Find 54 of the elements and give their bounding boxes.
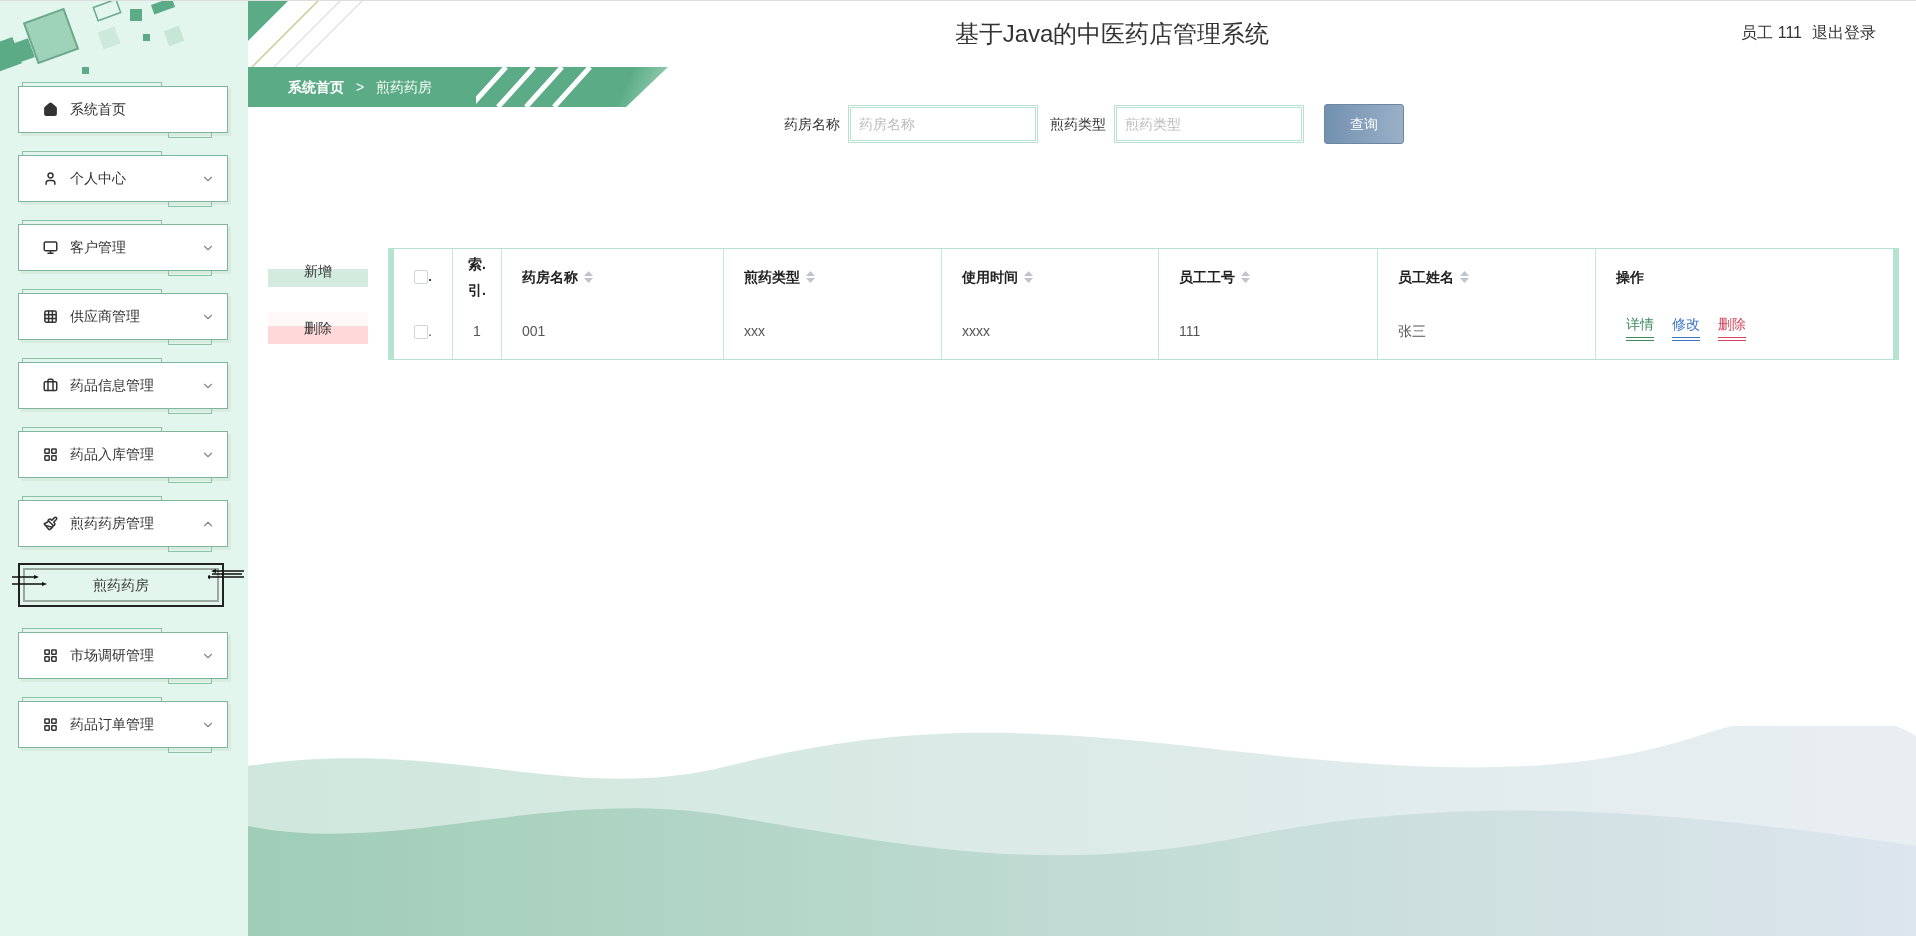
home-icon (43, 102, 58, 117)
person-icon (43, 171, 58, 186)
page-title: 基于Java的中医药店管理系统 (954, 19, 1270, 49)
grid-icon (43, 309, 58, 324)
menu-item[interactable]: 个人中心 (18, 155, 228, 202)
sort-icon[interactable] (584, 270, 593, 283)
table-cell-text: xxx (744, 322, 765, 341)
field-label: 煎药类型 (1050, 114, 1106, 134)
logout-link[interactable]: 退出登录 (1812, 21, 1876, 45)
briefcase-icon (43, 378, 58, 393)
column-header: 使用时间 (962, 267, 1018, 287)
sort-icon[interactable] (1241, 270, 1250, 283)
row-action-link[interactable]: 详情 (1626, 314, 1654, 341)
sort-icon[interactable] (1460, 270, 1469, 283)
menu-item[interactable]: 药品订单管理 (18, 701, 228, 748)
row-action-link[interactable]: 修改 (1672, 314, 1700, 341)
grid-icon (43, 447, 58, 462)
checkbox-label: . (428, 322, 432, 341)
menu-item[interactable]: 系统首页 (18, 86, 228, 133)
checkbox[interactable] (414, 269, 429, 284)
table-cell-text: 张三 (1398, 322, 1426, 341)
column-header: 员工工号 (1179, 267, 1235, 287)
sort-icon[interactable] (806, 270, 815, 283)
delete-button[interactable]: 删除 (268, 312, 368, 344)
menu-item[interactable]: 煎药药房管理 (18, 500, 228, 547)
menu-item[interactable]: 客户管理 (18, 224, 228, 271)
menu-item[interactable]: 药品信息管理 (18, 362, 228, 409)
row-action-link[interactable]: 删除 (1718, 314, 1746, 341)
table-cell-text: xxxx (962, 322, 990, 341)
column-header: 煎药类型 (744, 267, 800, 287)
search-field[interactable]: 药房名称 (848, 105, 1038, 143)
sort-icon[interactable] (1024, 270, 1033, 283)
arrow-icon (208, 569, 244, 581)
grid-icon (43, 717, 58, 732)
column-header: 药房名称 (522, 267, 578, 287)
user-name: 员工 111 (1741, 23, 1802, 43)
brush-icon (43, 516, 58, 531)
checkbox[interactable] (414, 324, 429, 339)
grid-icon (43, 648, 58, 663)
breadcrumb-separator: > (356, 77, 365, 97)
table-cell-text: 111 (1179, 322, 1201, 341)
menu-item[interactable]: 药品入库管理 (18, 431, 228, 478)
table-cell-text: 001 (522, 322, 546, 341)
column-header: 操作 (1616, 267, 1644, 287)
menu-item[interactable]: 供应商管理 (18, 293, 228, 340)
column-header: 员工姓名 (1398, 267, 1454, 287)
field-label: 药房名称 (784, 114, 840, 134)
submenu-item[interactable]: 煎药药房 (18, 563, 224, 607)
column-header: 索. 引. (468, 254, 486, 300)
checkbox-label: . (428, 267, 432, 286)
menu-item[interactable]: 市场调研管理 (18, 632, 228, 679)
search-field[interactable]: 煎药类型 (1114, 105, 1304, 143)
table-cell-text: 1 (473, 322, 481, 341)
monitor-icon (43, 240, 58, 255)
